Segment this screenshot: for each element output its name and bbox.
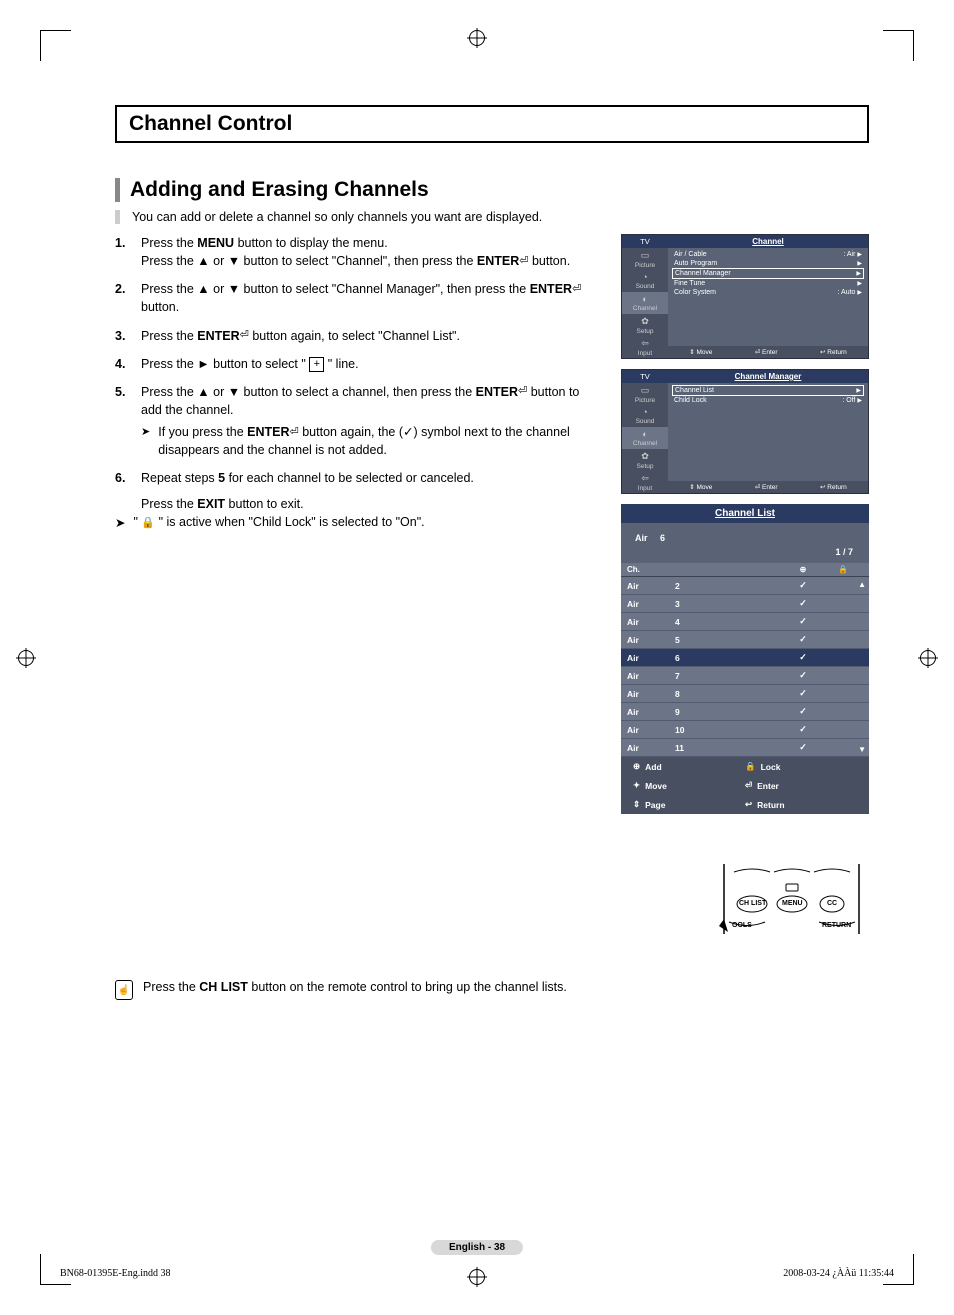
channel-list-osd: Channel List Air 6 1 / 7 Ch. ⊕ 🔒 ▲ ▼ Air… bbox=[621, 504, 869, 814]
osd-tab: ◔Sound bbox=[622, 405, 668, 427]
step-number: 5. bbox=[115, 383, 131, 460]
osd-item: Child Lock: Off ▶ bbox=[672, 396, 864, 405]
step-text: Repeat steps 5 for each channel to be se… bbox=[141, 469, 474, 487]
chlist-row: Air5✓ bbox=[621, 631, 869, 649]
chlist-row: Air8✓ bbox=[621, 685, 869, 703]
chlist-tip-text: Press the CH LIST button on the remote c… bbox=[143, 980, 567, 994]
page-number: English - 38 bbox=[431, 1240, 523, 1255]
osd-tab: ✿Setup bbox=[622, 449, 668, 471]
step-number: 3. bbox=[115, 327, 131, 345]
subsection-title: Adding and Erasing Channels bbox=[115, 178, 869, 202]
step-text: Press the ▲ or ▼ button to select "Chann… bbox=[141, 252, 570, 270]
steps-list: 1. Press the MENU button to display the m… bbox=[115, 234, 601, 487]
osd-item: Air / Cable: Air ▶ bbox=[672, 250, 864, 259]
osd-channel-manager: TV ▭Picture◔Sound◐Channel✿Setup⇦Input Ch… bbox=[621, 369, 869, 494]
remote-cc-button: CC bbox=[827, 900, 837, 907]
step-number: 6. bbox=[115, 469, 131, 487]
chlist-current: Air 6 bbox=[631, 531, 859, 545]
remote-control-diagram: CH LIST MENU CC OOLS RETURN bbox=[714, 864, 869, 934]
osd-tab: ◔Sound bbox=[622, 270, 668, 292]
chlist-row: Air6✓ bbox=[621, 649, 869, 667]
osd-item: Channel List ▶ bbox=[672, 385, 864, 396]
step-number: 4. bbox=[115, 355, 131, 373]
note-arrow-icon: ➤ bbox=[115, 515, 125, 530]
intro-text: You can add or delete a channel so only … bbox=[115, 210, 869, 224]
chlist-row: Air3✓ bbox=[621, 595, 869, 613]
osd-tab: ▭Picture bbox=[622, 383, 668, 405]
remote-tip-icon: ☝ bbox=[115, 980, 133, 1000]
osd-foot-item: ⏎ Enter bbox=[755, 348, 778, 356]
osd2-tv-label: TV bbox=[622, 370, 668, 383]
osd-channel-menu: TV ▭Picture◔Sound◐Channel✿Setup⇦Input Ch… bbox=[621, 234, 869, 359]
section-title: Channel Control bbox=[115, 105, 869, 143]
osd-item: Fine Tune ▶ bbox=[672, 279, 864, 288]
osd2-title: Channel Manager bbox=[668, 370, 868, 383]
chlist-foot-row: ✦Move⏎Enter bbox=[621, 776, 869, 795]
remote-menu-button: MENU bbox=[782, 900, 803, 907]
step-text: Press the ▲ or ▼ button to select a chan… bbox=[141, 383, 601, 419]
osd-foot-item: ⇕ Move bbox=[689, 483, 712, 491]
sub-text: If you press the ENTER⏎ button again, th… bbox=[158, 423, 601, 459]
chlist-row: Air2✓ bbox=[621, 577, 869, 595]
remote-chlist-button: CH LIST bbox=[739, 900, 766, 907]
remote-tools-label: OOLS bbox=[732, 922, 752, 929]
chlist-foot-row: ⇕Page↩Return bbox=[621, 795, 869, 814]
step-number: 2. bbox=[115, 280, 131, 316]
osd-tab: ▭Picture bbox=[622, 248, 668, 270]
print-foot-left: BN68-01395E-Eng.indd 38 bbox=[60, 1268, 171, 1279]
plus-column-icon: ⊕ bbox=[783, 565, 823, 574]
osd-foot-item: ⇕ Move bbox=[689, 348, 712, 356]
chlist-col-ch: Ch. bbox=[627, 565, 675, 574]
lock-column-icon: 🔒 bbox=[823, 565, 863, 574]
lock-note: " 🔒 " is active when "Child Lock" is sel… bbox=[133, 515, 424, 530]
osd-item: Channel Manager ▶ bbox=[672, 268, 864, 279]
osd-foot-item: ⏎ Enter bbox=[755, 483, 778, 491]
osd1-title: Channel bbox=[668, 235, 868, 248]
chlist-page: 1 / 7 bbox=[835, 547, 853, 557]
osd-foot-item: ↩ Return bbox=[820, 483, 847, 491]
osd-tab: ⇦Input bbox=[622, 471, 668, 493]
osd-tab: ✿Setup bbox=[622, 314, 668, 336]
print-foot-right: 2008-03-24 ¿ÀÀü 11:35:44 bbox=[783, 1268, 894, 1279]
scroll-down-icon: ▼ bbox=[858, 745, 866, 754]
remote-return-label: RETURN bbox=[822, 922, 851, 929]
step-text: Press the ▲ or ▼ button to select "Chann… bbox=[141, 280, 601, 316]
step-number: 1. bbox=[115, 234, 131, 270]
scroll-up-icon: ▲ bbox=[858, 580, 866, 589]
step-text: Press the ► button to select " + " line. bbox=[141, 355, 359, 373]
chlist-row: Air10✓ bbox=[621, 721, 869, 739]
chlist-row: Air4✓ bbox=[621, 613, 869, 631]
osd-tab: ◐Channel bbox=[622, 427, 668, 449]
step-text: Press the MENU button to display the men… bbox=[141, 234, 570, 252]
osd-item: Auto Program ▶ bbox=[672, 259, 864, 268]
chlist-row: Air11✓ bbox=[621, 739, 869, 757]
osd-item: Color System: Auto ▶ bbox=[672, 288, 864, 297]
osd-tab: ◐Channel bbox=[622, 292, 668, 314]
chlist-row: Air9✓ bbox=[621, 703, 869, 721]
osd1-tv-label: TV bbox=[622, 235, 668, 248]
chlist-foot-row: ⊕Add🔒Lock bbox=[621, 757, 869, 776]
osd-foot-item: ↩ Return bbox=[820, 348, 847, 356]
exit-line: Press the EXIT button to exit. bbox=[141, 497, 601, 511]
step-text: Press the ENTER⏎ button again, to select… bbox=[141, 327, 460, 345]
chlist-row: Air7✓ bbox=[621, 667, 869, 685]
chlist-title: Channel List bbox=[621, 504, 869, 523]
sub-arrow-icon: ➤ bbox=[141, 423, 150, 459]
osd-tab: ⇦Input bbox=[622, 336, 668, 358]
